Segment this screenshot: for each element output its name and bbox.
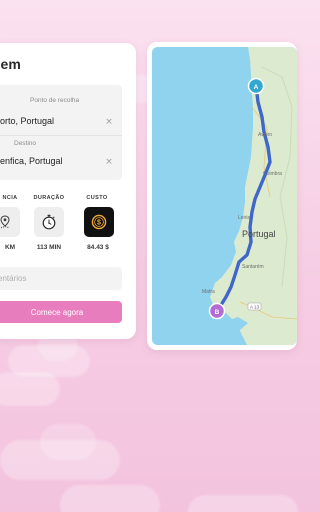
stat-distance-value: KM xyxy=(4,244,16,251)
page-title: gem xyxy=(0,56,21,72)
stat-duration-tile xyxy=(34,207,64,237)
place-label-aveiro: Aveiro xyxy=(258,132,272,138)
coin-icon: $ xyxy=(91,214,107,230)
end-marker-label: B xyxy=(215,309,220,316)
field-divider xyxy=(0,135,122,136)
pickup-field[interactable]: orto, Portugal xyxy=(0,116,54,126)
stat-duration-value: 113 MIN xyxy=(36,244,62,251)
comments-input[interactable] xyxy=(0,267,122,290)
destination-field[interactable]: enfica, Portugal xyxy=(0,156,63,166)
background-cloud xyxy=(0,372,60,406)
stat-cost-value: 84.43 $ xyxy=(87,244,109,251)
background-cloud xyxy=(0,424,120,480)
country-label: Portugal xyxy=(242,229,276,239)
pickup-label: Ponto de recolha xyxy=(30,97,80,104)
map-card: Aveiro Coimbra Leiria Santarém Mafra A 1… xyxy=(147,42,297,350)
stat-distance-header: NCIA xyxy=(2,195,18,201)
trip-form-card: gem Ponto de recolha orto, Portugal × De… xyxy=(0,43,136,339)
route-pin-icon xyxy=(0,215,10,229)
place-label-santarem: Santarém xyxy=(242,264,264,270)
background-cloud xyxy=(60,485,160,512)
route-map[interactable]: Aveiro Coimbra Leiria Santarém Mafra A 1… xyxy=(152,47,297,345)
place-label-coimbra: Coimbra xyxy=(263,171,282,177)
stat-distance-tile xyxy=(0,207,20,237)
stat-cost-tile: $ xyxy=(84,207,114,237)
background-cloud xyxy=(188,495,298,512)
map-graphic: Aveiro Coimbra Leiria Santarém Mafra A 1… xyxy=(152,47,297,345)
road-label: A 13 xyxy=(250,305,260,310)
place-label-mafra: Mafra xyxy=(202,289,215,295)
route-fields: Ponto de recolha orto, Portugal × Destin… xyxy=(0,85,122,180)
svg-text:$: $ xyxy=(97,220,101,227)
start-now-button[interactable]: Comece agora xyxy=(0,301,122,323)
stat-cost-header: CUSTO xyxy=(86,195,108,201)
stat-duration-header: DURAÇÃO xyxy=(33,195,65,201)
start-marker-label: A xyxy=(254,84,259,91)
destination-label: Destino xyxy=(14,140,37,147)
clear-destination-icon[interactable]: × xyxy=(104,157,114,167)
clear-pickup-icon[interactable]: × xyxy=(104,117,114,127)
place-label-leiria: Leiria xyxy=(238,215,250,221)
stopwatch-icon xyxy=(42,214,56,230)
